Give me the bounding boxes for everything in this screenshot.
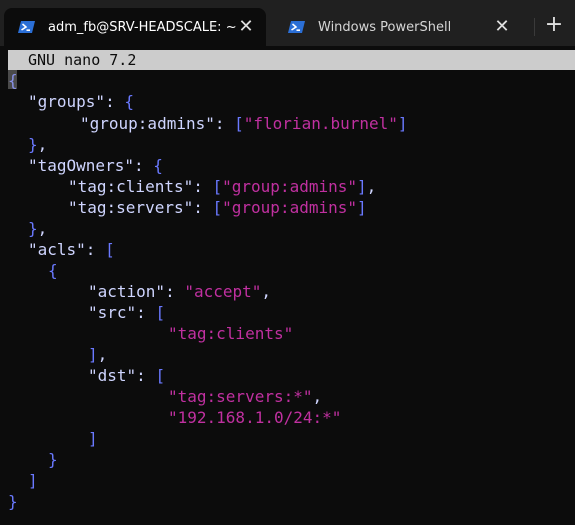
tab-title: Windows PowerShell (318, 19, 452, 35)
text-cursor (8, 70, 17, 89)
code-line: { (48, 261, 58, 280)
code-line: "tag:clients" (168, 324, 294, 343)
code-line: ], (88, 345, 108, 364)
tab-headscale-ssh[interactable]: adm_fb@SRV-HEADSCALE: ~ ✕ (4, 8, 266, 46)
editor-area[interactable]: { "groups": { "group:admins": ["florian.… (8, 70, 575, 525)
code-line: "192.168.1.0/24:*" (168, 408, 342, 427)
close-icon[interactable]: ✕ (492, 17, 512, 37)
code-line: ] (28, 471, 38, 490)
code-line: } (48, 450, 58, 469)
code-line: }, (28, 219, 48, 238)
code-line: "tag:servers": ["group:admins"] (68, 198, 367, 217)
nano-title-bar: GNU nano 7.2 (8, 50, 575, 70)
code-line: "acls": [ (28, 240, 115, 259)
code-line: } (8, 492, 18, 511)
powershell-icon (18, 20, 36, 34)
code-line: "group:admins": ["florian.burnel"] (80, 114, 408, 133)
code-line: }, (28, 135, 48, 154)
tab-divider (534, 18, 535, 36)
code-line: "groups": { (28, 92, 134, 111)
code-line: "action": "accept", (88, 282, 272, 301)
code-line: "tag:servers:*", (168, 387, 323, 406)
code-line: "src": [ (88, 303, 166, 322)
new-tab-button[interactable]: + (543, 14, 565, 36)
code-line: "tag:clients": ["group:admins"], (68, 177, 377, 196)
tab-bar: adm_fb@SRV-HEADSCALE: ~ ✕ Windows PowerS… (0, 0, 575, 46)
code-line: "dst": [ (88, 366, 166, 385)
powershell-icon (288, 20, 306, 34)
code-line: { (8, 70, 18, 90)
tab-title: adm_fb@SRV-HEADSCALE: ~ (48, 19, 236, 35)
code-line: ] (88, 429, 98, 448)
code-line: "tagOwners": { (28, 156, 163, 175)
tab-windows-powershell[interactable]: Windows PowerShell ✕ (274, 8, 522, 46)
close-icon[interactable]: ✕ (236, 17, 256, 37)
